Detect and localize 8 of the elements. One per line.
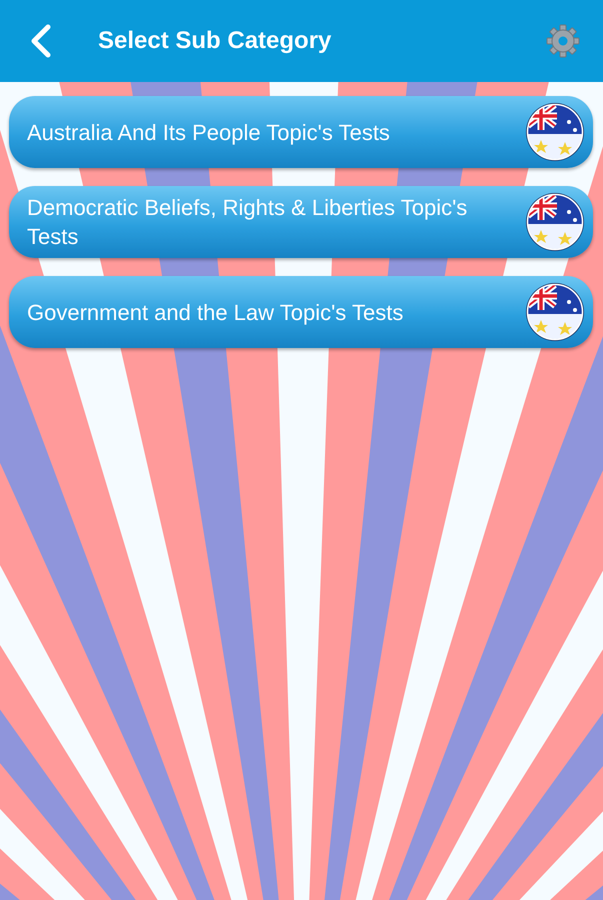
flag-icon — [525, 102, 585, 162]
flag-icon — [525, 192, 585, 252]
category-button[interactable]: Australia And Its People Topic's Tests — [9, 96, 593, 168]
screen-title: Select Sub Category — [98, 27, 332, 55]
flag-icon — [525, 282, 585, 342]
settings-icon[interactable] — [545, 23, 581, 59]
category-button[interactable]: Government and the Law Topic's Tests — [9, 276, 593, 348]
category-button[interactable]: Democratic Beliefs, Rights & Liberties Topic's Tests — [9, 186, 593, 258]
